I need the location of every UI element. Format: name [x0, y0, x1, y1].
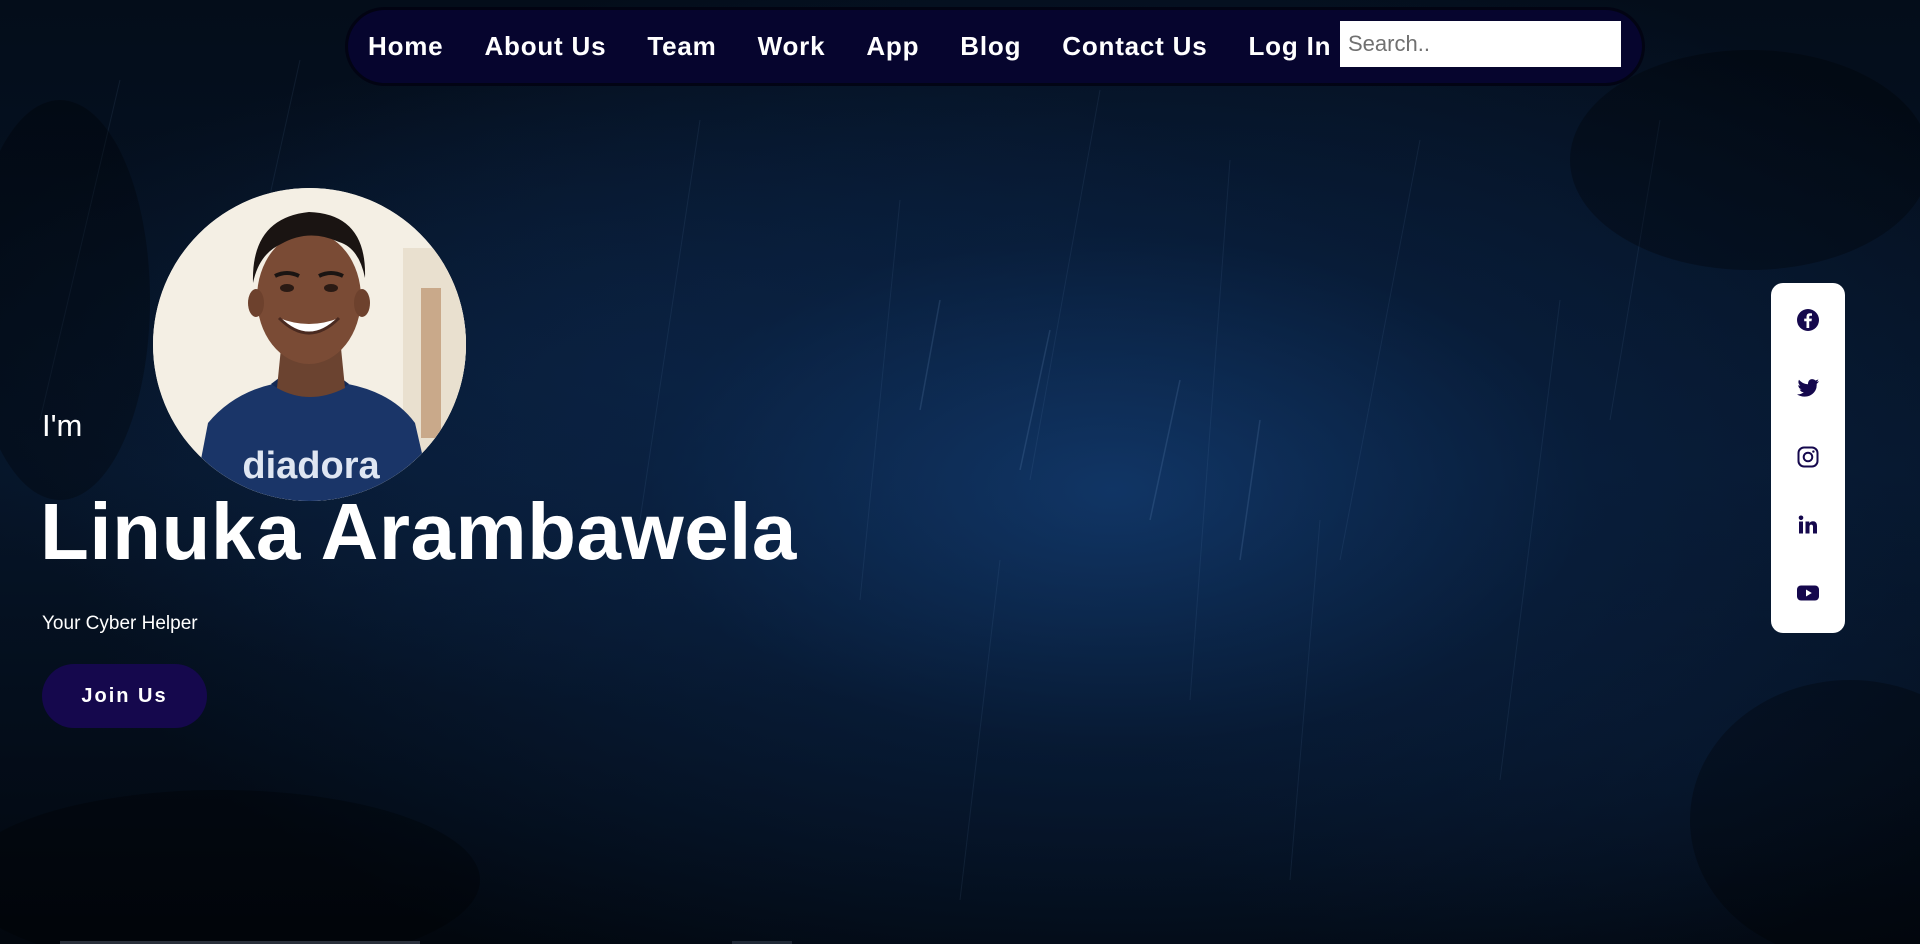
nav-item-log-in[interactable]: Log In [1249, 31, 1332, 62]
avatar-portrait: diadora [153, 188, 466, 501]
nav-item-about-us[interactable]: About Us [484, 31, 606, 62]
nav-item-contact-us[interactable]: Contact Us [1062, 31, 1207, 62]
hero-intro: I'm [42, 408, 83, 443]
nav-links: Home About Us Team Work App Blog Contact… [368, 31, 1331, 62]
join-us-button[interactable]: Join Us [42, 664, 207, 728]
twitter-icon[interactable] [1796, 376, 1820, 400]
hero-name: Linuka Arambawela [40, 487, 797, 576]
nav-item-home[interactable]: Home [368, 31, 443, 62]
top-navbar: Home About Us Team Work App Blog Contact… [348, 10, 1642, 83]
youtube-icon[interactable] [1796, 581, 1820, 605]
social-bar [1771, 283, 1845, 633]
linkedin-icon[interactable] [1796, 513, 1820, 537]
facebook-icon[interactable] [1796, 308, 1820, 332]
nav-item-blog[interactable]: Blog [960, 31, 1021, 62]
avatar: diadora [153, 188, 466, 501]
nav-item-team[interactable]: Team [647, 31, 716, 62]
nav-item-app[interactable]: App [866, 31, 919, 62]
instagram-icon[interactable] [1796, 445, 1820, 469]
nav-item-work[interactable]: Work [758, 31, 826, 62]
shirt-logo-text: diadora [242, 445, 380, 487]
search-input[interactable] [1340, 21, 1621, 67]
hero-tagline: Your Cyber Helper [42, 613, 198, 634]
